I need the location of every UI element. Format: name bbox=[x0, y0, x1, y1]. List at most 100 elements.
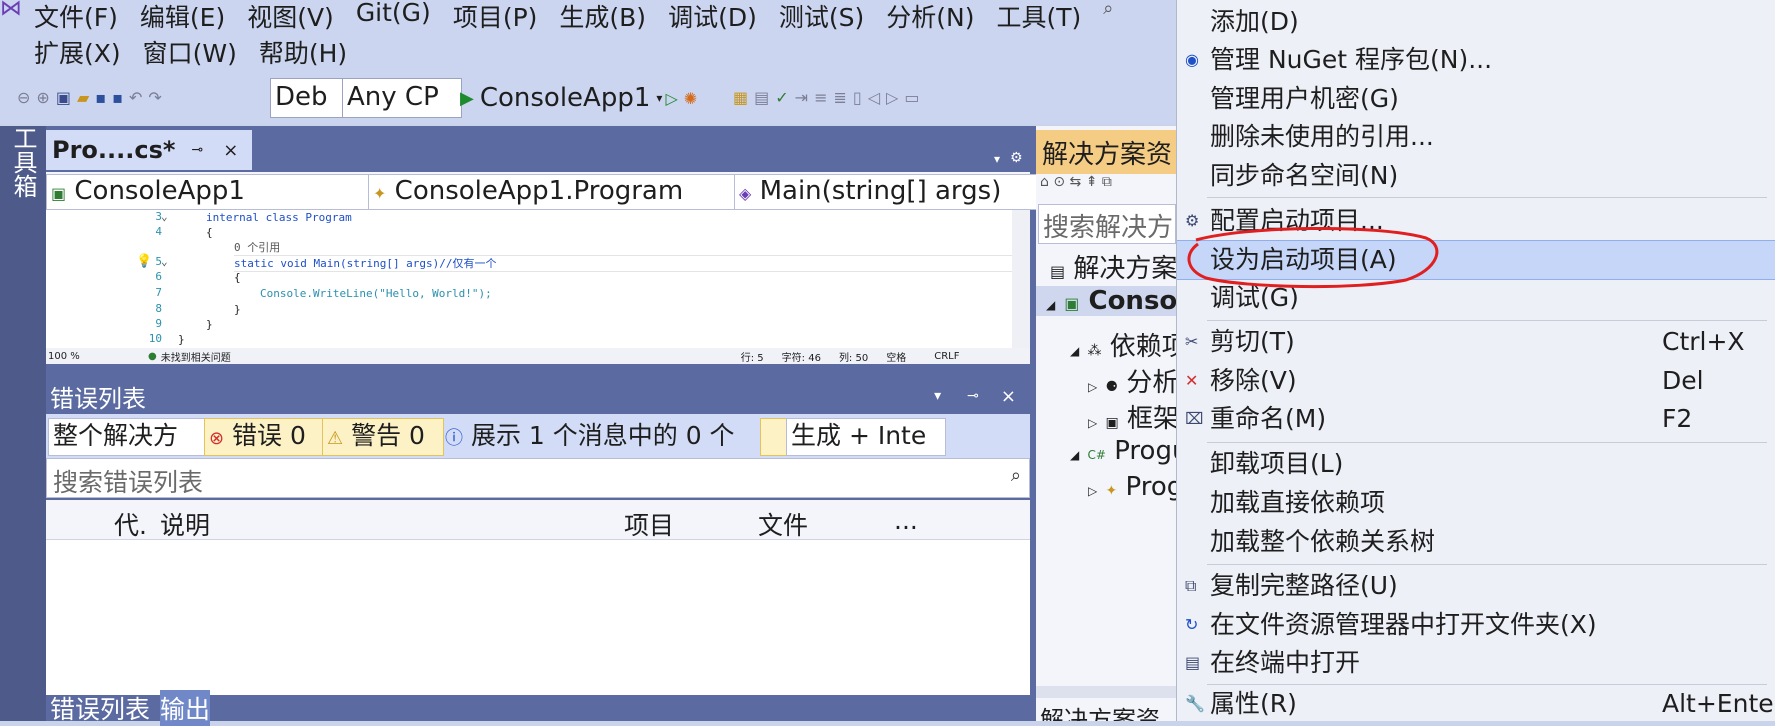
scope-combo[interactable]: 整个解决方 bbox=[48, 418, 208, 456]
menu-build[interactable]: 生成(B) bbox=[559, 0, 646, 34]
solution-explorer-footer-tab[interactable]: 解决方案资 bbox=[1040, 700, 1160, 721]
uncomment-icon[interactable]: ≣ bbox=[833, 88, 846, 107]
eol-indicator[interactable]: CRLF bbox=[934, 351, 959, 362]
column-description[interactable]: 说明 bbox=[160, 506, 210, 542]
warnings-filter-button[interactable]: ⚠ 警告 0 bbox=[322, 418, 444, 456]
project-combo[interactable]: ▣ ConsoleApp1 bbox=[46, 174, 374, 210]
comment-icon[interactable]: ≡ bbox=[814, 88, 827, 107]
save-icon[interactable]: ▪ bbox=[95, 88, 106, 107]
column-more[interactable]: ... bbox=[894, 506, 918, 535]
column-project[interactable]: 项目 bbox=[624, 506, 674, 542]
close-icon[interactable]: × bbox=[1001, 386, 1016, 407]
collapse-icon[interactable]: ⌄ bbox=[161, 210, 168, 223]
menu-item-open-in-terminal[interactable]: ▤ 在终端中打开 bbox=[1177, 644, 1775, 682]
build-source-combo[interactable]: 生成 + Inte bbox=[786, 418, 946, 456]
menu-item-open-in-explorer[interactable]: ↻ 在文件资源管理器中打开文件夹(X) bbox=[1177, 606, 1775, 644]
menu-project[interactable]: 项目(P) bbox=[453, 0, 538, 34]
spellcheck-icon[interactable]: ✓ bbox=[775, 88, 788, 107]
indent-icon[interactable]: ⇥ bbox=[795, 88, 808, 107]
menu-extensions[interactable]: 扩展(X) bbox=[34, 34, 121, 70]
issues-status[interactable]: 未找到相关问题 bbox=[161, 349, 231, 364]
menu-view[interactable]: 视图(V) bbox=[247, 0, 334, 34]
menu-item-remove-unused-refs[interactable]: 删除未使用的引用... bbox=[1177, 118, 1775, 156]
menu-git[interactable]: Git(G) bbox=[356, 0, 431, 34]
errors-filter-button[interactable]: ⊗ 错误 0 bbox=[204, 418, 326, 456]
menu-item-sync-namespaces[interactable]: 同步命名空间(N) bbox=[1177, 157, 1775, 195]
menu-item-rename[interactable]: ⌧ 重命名(M) F2 bbox=[1177, 400, 1775, 438]
layout-icon[interactable]: ▤ bbox=[754, 88, 769, 107]
menu-item-cut[interactable]: ✂ 剪切(T) Ctrl+X bbox=[1177, 323, 1775, 361]
solution-search-input[interactable]: 搜索解决方 bbox=[1038, 204, 1176, 244]
solution-platform-combo[interactable]: Any CP bbox=[342, 78, 462, 118]
collapse-icon[interactable]: ⌄ bbox=[161, 255, 168, 268]
search-icon[interactable]: ⌕ bbox=[1011, 465, 1021, 486]
menu-help[interactable]: 帮助(H) bbox=[259, 34, 347, 70]
search-icon[interactable]: ⌕ bbox=[1103, 0, 1113, 34]
menu-item-properties[interactable]: 🔧 属性(R) Alt+Ente bbox=[1177, 685, 1775, 723]
vertical-scrollbar[interactable] bbox=[1012, 210, 1030, 348]
pin-icon[interactable]: ⊸ bbox=[191, 142, 203, 158]
bookmark-icon[interactable]: ▯ bbox=[853, 88, 862, 107]
save-all-icon[interactable]: ▪ bbox=[112, 88, 123, 107]
horizontal-scrollbar[interactable] bbox=[1036, 686, 1176, 698]
menu-test[interactable]: 测试(S) bbox=[779, 0, 864, 34]
messages-filter-button[interactable]: ⓘ 展示 1 个消息中的 0 个 bbox=[440, 418, 750, 456]
tree-item-project[interactable]: ◢ ▣ Conso bbox=[1036, 286, 1176, 316]
bookmark-next-icon[interactable]: ▷ bbox=[886, 88, 898, 107]
tree-item-frameworks[interactable]: ▷ ▣ 框架 bbox=[1088, 398, 1176, 435]
toolbox-label[interactable]: 工具箱 bbox=[6, 126, 41, 198]
column-code[interactable]: 代. bbox=[114, 506, 147, 542]
line-indicator: 行: 5 bbox=[740, 352, 764, 364]
back-icon[interactable]: ⊖ bbox=[17, 88, 30, 107]
menu-item-add[interactable]: 添加(D) bbox=[1177, 3, 1775, 41]
bookmark-prev-icon[interactable]: ◁ bbox=[868, 88, 880, 107]
menu-item-manage-nuget[interactable]: ◉ 管理 NuGet 程序包(N)... bbox=[1177, 41, 1775, 79]
class-combo[interactable]: ✦ ConsoleApp1.Program bbox=[368, 174, 740, 210]
close-icon[interactable]: × bbox=[223, 140, 238, 161]
toolbox-strip[interactable]: 工具箱 bbox=[0, 126, 46, 721]
build-source-value: 生成 + Inte bbox=[791, 421, 927, 450]
tree-item-program-class[interactable]: ▷ ✦ Prog bbox=[1088, 472, 1176, 502]
member-combo[interactable]: ◈ Main(string[] args) bbox=[734, 174, 1060, 210]
lightbulb-icon[interactable]: 💡 bbox=[136, 254, 152, 269]
new-project-icon[interactable]: ▣ bbox=[56, 88, 71, 107]
column-file[interactable]: 文件 bbox=[758, 506, 808, 542]
menu-window[interactable]: 窗口(W) bbox=[143, 34, 237, 70]
tab-overflow-icon[interactable]: ▾ bbox=[994, 152, 1000, 166]
menu-tools[interactable]: 工具(T) bbox=[996, 0, 1081, 34]
tree-item-dependencies[interactable]: ◢ ⁂ 依赖项 bbox=[1070, 326, 1176, 363]
redo-icon[interactable]: ↷ bbox=[148, 88, 161, 107]
tree-item-solution[interactable]: ▤ 解决方案 bbox=[1050, 248, 1176, 285]
tree-item-program-file[interactable]: ◢ C# Progu bbox=[1070, 436, 1176, 466]
undo-icon[interactable]: ↶ bbox=[129, 88, 142, 107]
browser-link-icon[interactable]: ▦ bbox=[733, 88, 748, 107]
forward-icon[interactable]: ⊕ bbox=[36, 88, 49, 107]
solution-config-combo[interactable]: Deb bbox=[270, 78, 344, 118]
vs-logo-icon: ⋈ bbox=[0, 0, 22, 21]
tree-item-analyzers[interactable]: ▷ ⚈ 分析 bbox=[1088, 362, 1176, 399]
document-tab[interactable]: Pro....cs* ⊸ × bbox=[46, 130, 252, 170]
code-editor[interactable]: 3 internal class Program ⌄ 4 { 0 个引用 5 💡… bbox=[46, 210, 1030, 348]
menu-item-unload-project[interactable]: 卸载项目(L) bbox=[1177, 445, 1775, 483]
zoom-level[interactable]: 100 % bbox=[48, 351, 108, 362]
menu-file[interactable]: 文件(F) bbox=[34, 0, 118, 34]
start-button[interactable]: ▶ ConsoleApp1 ▾ ▷ ✺ bbox=[460, 80, 700, 116]
pin-icon[interactable]: ⊸ bbox=[967, 388, 979, 404]
menu-item-user-secrets[interactable]: 管理用户机密(G) bbox=[1177, 80, 1775, 118]
menu-analyze[interactable]: 分析(N) bbox=[886, 0, 974, 34]
csharp-file-icon: C# bbox=[1087, 448, 1106, 462]
menu-item-load-direct-deps[interactable]: 加载直接依赖项 bbox=[1177, 484, 1775, 522]
tab-settings-icon[interactable]: ⚙ bbox=[1010, 150, 1023, 166]
menu-edit[interactable]: 编辑(E) bbox=[140, 0, 225, 34]
menu-item-load-dep-tree[interactable]: 加载整个依赖关系树 bbox=[1177, 523, 1775, 561]
chevron-down-icon[interactable]: ▾ bbox=[934, 388, 941, 404]
codelens-reference[interactable]: 0 个引用 bbox=[234, 240, 280, 255]
menu-item-remove[interactable]: ✕ 移除(V) Del bbox=[1177, 362, 1775, 400]
menu-debug[interactable]: 调试(D) bbox=[668, 0, 757, 34]
expand-icon: ◢ bbox=[1070, 344, 1080, 358]
whitespace-indicator[interactable]: 空格 bbox=[886, 349, 906, 364]
bookmark-clear-icon[interactable]: ▭ bbox=[904, 88, 919, 107]
menu-item-copy-full-path[interactable]: ⧉ 复制完整路径(U) bbox=[1177, 567, 1775, 605]
error-search-input[interactable]: 搜索错误列表 ⌕ bbox=[46, 458, 1030, 498]
open-icon[interactable]: ▰ bbox=[77, 88, 89, 107]
